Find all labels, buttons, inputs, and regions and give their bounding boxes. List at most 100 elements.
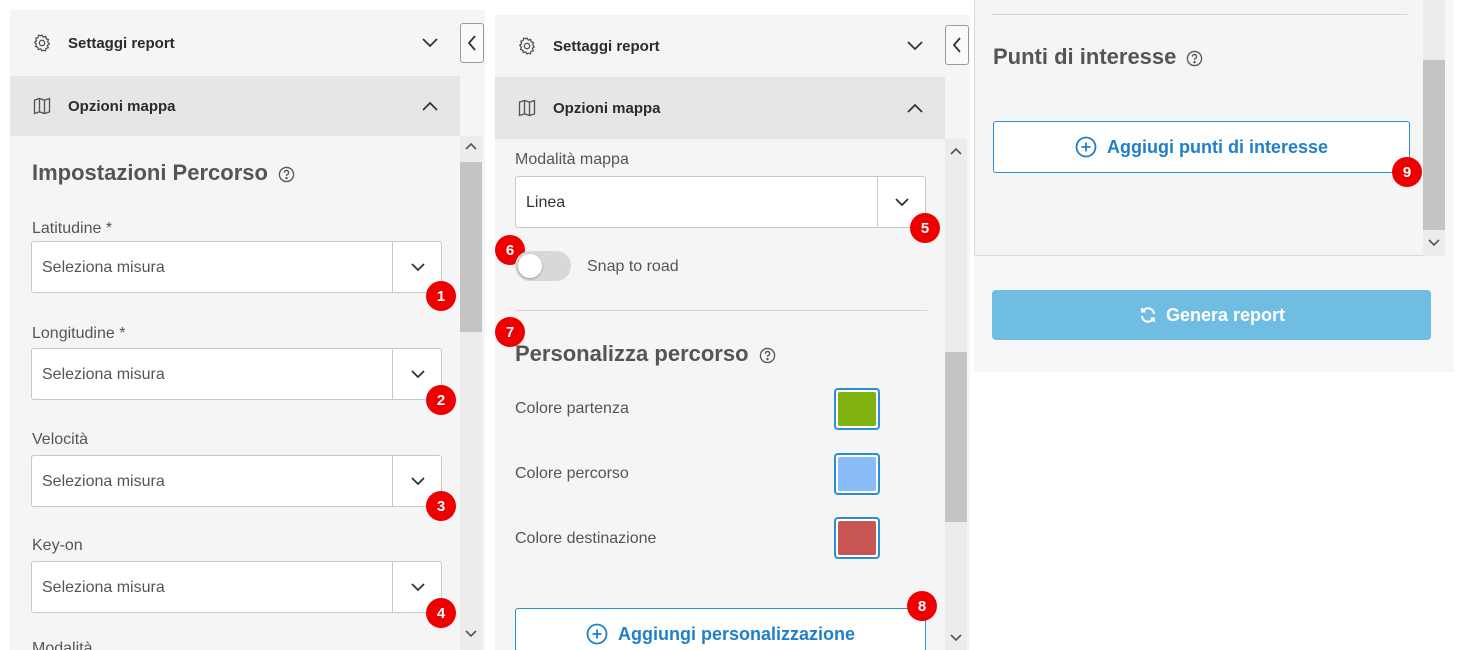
swatch-fill xyxy=(838,521,876,555)
scrollbar[interactable] xyxy=(1423,0,1445,256)
settings-report-label: Settaggi report xyxy=(68,34,175,52)
annotation-badge-5: 5 xyxy=(910,213,940,243)
route-color-picker[interactable] xyxy=(834,453,880,495)
refresh-icon xyxy=(1140,307,1155,323)
annotation-badge-2: 2 xyxy=(426,385,456,415)
chevron-down-icon[interactable] xyxy=(411,477,425,486)
snap-to-road-toggle[interactable] xyxy=(515,251,571,281)
chevron-up-icon xyxy=(907,103,923,113)
select-separator xyxy=(392,349,393,399)
latitude-label: Latitudine * xyxy=(32,220,113,237)
right-settings-panel: Punti di interesse Aggiugi punti di inte… xyxy=(974,0,1454,372)
section-divider xyxy=(515,310,927,311)
latitude-select[interactable]: Seleziona misura xyxy=(31,241,442,293)
scrollbar-thumb[interactable] xyxy=(460,162,482,332)
collapse-panel-button[interactable] xyxy=(945,25,969,65)
route-color-label: Colore percorso xyxy=(515,465,629,482)
map-options-header[interactable]: Opzioni mappa xyxy=(10,76,460,136)
latitude-value: Seleziona misura xyxy=(42,259,165,276)
longitude-label: Longitudine * xyxy=(32,325,126,342)
map-options-label: Opzioni mappa xyxy=(68,97,176,115)
route-settings-title-text: Impostazioni Percorso xyxy=(32,160,268,185)
annotation-badge-4: 4 xyxy=(426,598,456,628)
generate-report-button[interactable]: Genera report xyxy=(992,290,1431,340)
swatch-fill xyxy=(838,457,876,491)
start-color-label: Colore partenza xyxy=(515,400,629,417)
gear-icon xyxy=(518,37,536,55)
route-settings-title: Impostazioni Percorso xyxy=(32,160,295,186)
select-separator xyxy=(392,242,393,292)
longitude-value: Seleziona misura xyxy=(42,366,165,383)
annotation-badge-1: 1 xyxy=(426,281,456,311)
plus-circle-icon xyxy=(1075,136,1097,158)
points-of-interest-title-text: Punti di interesse xyxy=(993,44,1177,69)
scroll-up-icon[interactable] xyxy=(465,142,477,150)
settings-report-header[interactable]: Settaggi report xyxy=(10,10,460,76)
add-customization-button[interactable]: Aggiungi personalizzazione xyxy=(515,608,926,650)
points-of-interest-title: Punti di interesse xyxy=(993,44,1203,70)
chevron-down-icon xyxy=(422,38,438,48)
chevron-down-icon xyxy=(907,41,923,51)
map-options-header[interactable]: Opzioni mappa xyxy=(495,77,945,139)
gear-icon xyxy=(33,34,51,52)
key-on-label: Key-on xyxy=(32,537,83,554)
add-points-of-interest-button[interactable]: Aggiugi punti di interesse xyxy=(993,121,1410,173)
map-icon xyxy=(33,97,51,115)
settings-report-label: Settaggi report xyxy=(553,37,660,55)
help-icon[interactable] xyxy=(1186,50,1203,67)
left-settings-panel: Settaggi report Opzioni mappa Impostazio… xyxy=(10,10,485,650)
scrollbar-thumb[interactable] xyxy=(945,352,967,522)
map-mode-label: Modalità mappa xyxy=(515,151,629,168)
scrollbar-thumb[interactable] xyxy=(1423,60,1445,230)
scrollbar[interactable] xyxy=(460,136,482,650)
scroll-down-icon[interactable] xyxy=(465,630,477,638)
annotation-badge-9: 9 xyxy=(1392,157,1422,187)
select-separator xyxy=(392,456,393,506)
collapse-panel-button[interactable] xyxy=(460,23,484,63)
scrollbar[interactable] xyxy=(945,139,967,650)
longitude-select[interactable]: Seleziona misura xyxy=(31,348,442,400)
map-mode-select[interactable]: Linea xyxy=(515,176,926,228)
speed-value: Seleziona misura xyxy=(42,473,165,490)
select-separator xyxy=(877,177,878,227)
add-customization-label: Aggiungi personalizzazione xyxy=(617,623,855,644)
middle-settings-panel: Settaggi report Opzioni mappa Modalità m… xyxy=(495,15,970,650)
customize-route-title-text: Personalizza percorso xyxy=(515,341,749,366)
generate-report-label: Genera report xyxy=(1165,304,1286,325)
chevron-left-icon xyxy=(467,35,476,51)
chevron-down-icon[interactable] xyxy=(895,198,909,207)
destination-color-picker[interactable] xyxy=(834,517,880,559)
help-icon[interactable] xyxy=(759,347,776,364)
chevron-down-icon[interactable] xyxy=(411,583,425,592)
map-icon xyxy=(518,99,536,117)
annotation-badge-8: 8 xyxy=(907,591,937,621)
chevron-left-icon xyxy=(952,37,961,53)
chevron-up-icon xyxy=(422,101,438,111)
map-mode-label-cut: Modalità xyxy=(32,640,93,650)
settings-report-header[interactable]: Settaggi report xyxy=(495,15,945,77)
customize-route-title: Personalizza percorso xyxy=(515,341,776,367)
section-divider xyxy=(991,14,1407,15)
select-separator xyxy=(392,562,393,612)
map-mode-value: Linea xyxy=(526,194,566,211)
help-icon[interactable] xyxy=(278,166,295,183)
speed-label: Velocità xyxy=(32,431,89,448)
scroll-down-icon[interactable] xyxy=(950,634,962,642)
key-on-value: Seleziona misura xyxy=(42,579,165,596)
plus-circle-icon xyxy=(586,623,608,645)
key-on-select[interactable]: Seleziona misura xyxy=(31,561,442,613)
swatch-fill xyxy=(838,392,876,426)
chevron-down-icon[interactable] xyxy=(411,263,425,272)
add-points-of-interest-label: Aggiugi punti di interesse xyxy=(1106,136,1328,157)
chevron-down-icon[interactable] xyxy=(411,370,425,379)
scroll-down-icon[interactable] xyxy=(1428,239,1440,247)
annotation-badge-3: 3 xyxy=(426,491,456,521)
snap-to-road-label: Snap to road xyxy=(587,258,679,275)
scroll-up-icon[interactable] xyxy=(950,147,962,155)
map-options-label: Opzioni mappa xyxy=(553,99,661,117)
speed-select[interactable]: Seleziona misura xyxy=(31,455,442,507)
points-of-interest-box: Punti di interesse Aggiugi punti di inte… xyxy=(974,0,1445,256)
toggle-knob xyxy=(518,254,542,278)
destination-color-label: Colore destinazione xyxy=(515,530,657,547)
start-color-picker[interactable] xyxy=(834,388,880,430)
